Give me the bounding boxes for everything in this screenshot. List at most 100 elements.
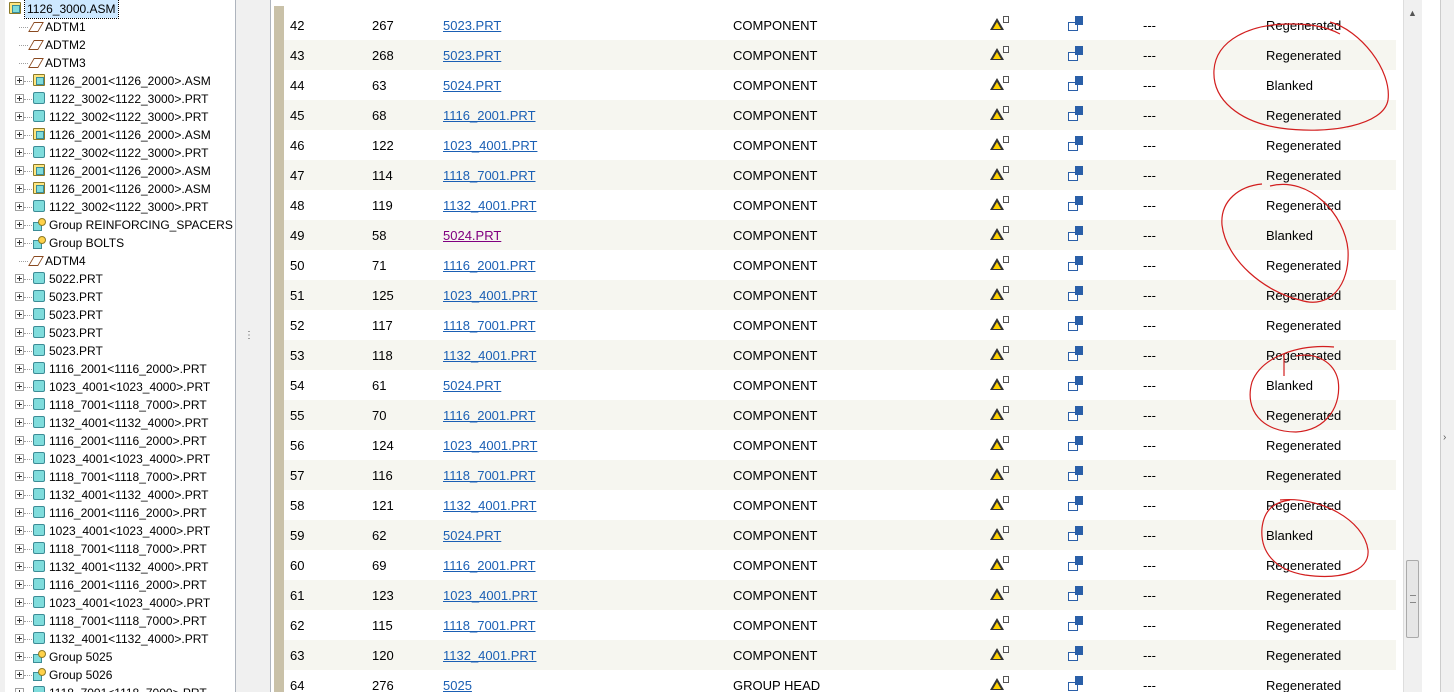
expand-toggle-icon[interactable] <box>15 436 24 445</box>
expand-toggle-icon[interactable] <box>15 112 24 121</box>
info-icon[interactable] <box>1068 286 1086 307</box>
tree-item[interactable]: 1023_4001<1023_4000>.PRT <box>5 594 235 612</box>
tree-item[interactable]: 1116_2001<1116_2000>.PRT <box>5 360 235 378</box>
warning-icon[interactable] <box>990 286 1010 305</box>
warning-icon[interactable] <box>990 76 1010 95</box>
expand-toggle-icon[interactable] <box>15 382 24 391</box>
warning-triangle-icon[interactable] <box>990 466 1010 482</box>
feature-info-icon[interactable] <box>1068 136 1086 154</box>
scroll-up-arrow-icon[interactable]: ▲ <box>1408 8 1417 18</box>
info-icon[interactable] <box>1068 616 1086 637</box>
feature-info-icon[interactable] <box>1068 466 1086 484</box>
warning-triangle-icon[interactable] <box>990 346 1010 362</box>
warning-icon[interactable] <box>990 166 1010 185</box>
info-icon[interactable] <box>1068 526 1086 547</box>
info-icon[interactable] <box>1068 196 1086 217</box>
tree-item[interactable]: 1116_2001<1116_2000>.PRT <box>5 432 235 450</box>
feature-info-icon[interactable] <box>1068 526 1086 544</box>
component-link[interactable]: 5023.PRT <box>443 48 501 63</box>
feature-info-icon[interactable] <box>1068 16 1086 34</box>
tree-item[interactable]: 1126_2001<1126_2000>.ASM <box>5 126 235 144</box>
tree-item[interactable]: 1118_7001<1118_7000>.PRT <box>5 468 235 486</box>
component-link[interactable]: 5024.PRT <box>443 378 501 393</box>
tree-item[interactable]: 1132_4001<1132_4000>.PRT <box>5 630 235 648</box>
info-icon[interactable] <box>1068 466 1086 487</box>
expand-toggle-icon[interactable] <box>15 670 24 679</box>
warning-triangle-icon[interactable] <box>990 406 1010 422</box>
expand-toggle-icon[interactable] <box>15 238 24 247</box>
expand-toggle-icon[interactable] <box>15 292 24 301</box>
component-link[interactable]: 1132_4001.PRT <box>443 648 536 663</box>
warning-icon[interactable] <box>990 526 1010 545</box>
expand-toggle-icon[interactable] <box>15 166 24 175</box>
expand-toggle-icon[interactable] <box>15 490 24 499</box>
warning-icon[interactable] <box>990 556 1010 575</box>
feature-info-icon[interactable] <box>1068 46 1086 64</box>
tree-item[interactable]: Group REINFORCING_SPACERS <box>5 216 235 234</box>
component-link[interactable]: 1023_4001.PRT <box>443 288 537 303</box>
collapse-handle-icon[interactable]: › <box>1443 432 1446 443</box>
expand-toggle-icon[interactable] <box>15 346 24 355</box>
tree-item[interactable]: 5022.PRT <box>5 270 235 288</box>
tree-item[interactable]: 1126_2001<1126_2000>.ASM <box>5 162 235 180</box>
component-link[interactable]: 1023_4001.PRT <box>443 138 537 153</box>
expand-toggle-icon[interactable] <box>15 580 24 589</box>
expand-toggle-icon[interactable] <box>15 562 24 571</box>
tree-item[interactable]: 5023.PRT <box>5 306 235 324</box>
warning-icon[interactable] <box>990 346 1010 365</box>
warning-icon[interactable] <box>990 466 1010 485</box>
tree-item[interactable]: 1118_7001<1118_7000>.PRT <box>5 396 235 414</box>
scrollbar-thumb[interactable] <box>1406 560 1419 638</box>
component-link[interactable]: 1118_7001.PRT <box>443 168 536 183</box>
expand-toggle-icon[interactable] <box>15 598 24 607</box>
expand-toggle-icon[interactable] <box>15 94 24 103</box>
warning-icon[interactable] <box>990 256 1010 275</box>
warning-triangle-icon[interactable] <box>990 256 1010 272</box>
expand-toggle-icon[interactable] <box>15 130 24 139</box>
tree-item[interactable]: 1118_7001<1118_7000>.PRT <box>5 612 235 630</box>
expand-toggle-icon[interactable] <box>15 508 24 517</box>
info-icon[interactable] <box>1068 256 1086 277</box>
feature-info-icon[interactable] <box>1068 346 1086 364</box>
component-link[interactable]: 5024.PRT <box>443 228 501 243</box>
component-link[interactable]: 1132_4001.PRT <box>443 198 536 213</box>
tree-item[interactable]: ADTM4 <box>5 252 235 270</box>
tree-item[interactable]: Group 5026 <box>5 666 235 684</box>
feature-info-icon[interactable] <box>1068 616 1086 634</box>
expand-toggle-icon[interactable] <box>15 202 24 211</box>
tree-item[interactable]: 1132_4001<1132_4000>.PRT <box>5 414 235 432</box>
feature-info-icon[interactable] <box>1068 496 1086 514</box>
warning-triangle-icon[interactable] <box>990 586 1010 602</box>
expand-toggle-icon[interactable] <box>15 184 24 193</box>
tree-item[interactable]: 1118_7001<1118_7000>.PRT <box>5 684 235 692</box>
warning-triangle-icon[interactable] <box>990 16 1010 32</box>
splitter-grip-icon[interactable]: ⋮ <box>244 330 254 341</box>
pane-splitter[interactable]: ⋮ <box>240 0 254 692</box>
feature-info-icon[interactable] <box>1068 316 1086 334</box>
feature-info-icon[interactable] <box>1068 676 1086 692</box>
info-icon[interactable] <box>1068 496 1086 517</box>
info-icon[interactable] <box>1068 136 1086 157</box>
component-link[interactable]: 1132_4001.PRT <box>443 498 536 513</box>
tree-item[interactable]: Group 5025 <box>5 648 235 666</box>
warning-triangle-icon[interactable] <box>990 496 1010 512</box>
warning-triangle-icon[interactable] <box>990 46 1010 62</box>
tree-item[interactable]: 1126_2001<1126_2000>.ASM <box>5 72 235 90</box>
warning-triangle-icon[interactable] <box>990 376 1010 392</box>
component-link[interactable]: 1118_7001.PRT <box>443 468 536 483</box>
warning-icon[interactable] <box>990 646 1010 665</box>
warning-icon[interactable] <box>990 196 1010 215</box>
expand-toggle-icon[interactable] <box>15 328 24 337</box>
component-link[interactable]: 5025 <box>443 678 472 692</box>
warning-triangle-icon[interactable] <box>990 226 1010 242</box>
warning-icon[interactable] <box>990 436 1010 455</box>
feature-info-icon[interactable] <box>1068 556 1086 574</box>
info-icon[interactable] <box>1068 586 1086 607</box>
warning-triangle-icon[interactable] <box>990 286 1010 302</box>
feature-info-icon[interactable] <box>1068 646 1086 664</box>
feature-info-icon[interactable] <box>1068 256 1086 274</box>
info-icon[interactable] <box>1068 226 1086 247</box>
expand-toggle-icon[interactable] <box>15 364 24 373</box>
info-icon[interactable] <box>1068 316 1086 337</box>
component-link[interactable]: 1118_7001.PRT <box>443 618 536 633</box>
